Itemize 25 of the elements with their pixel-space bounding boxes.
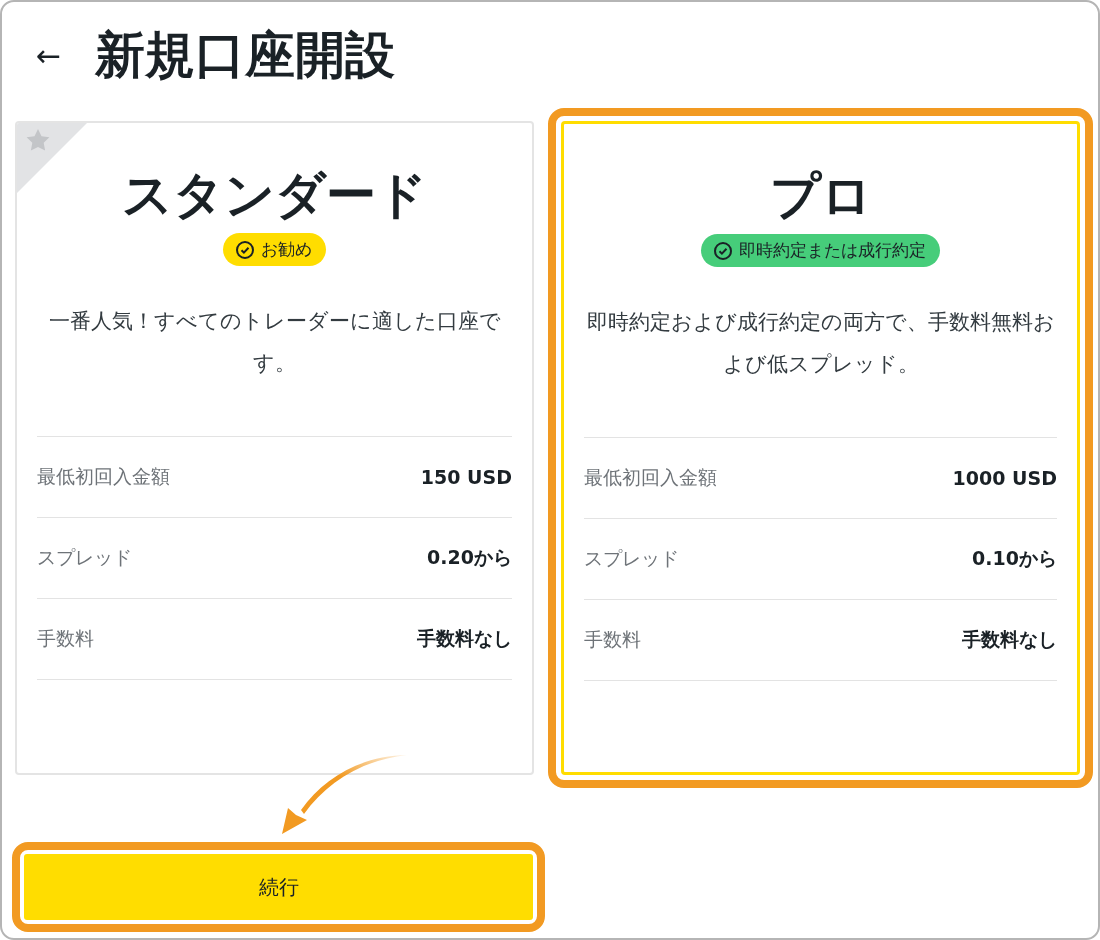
detail-value: 0.10から	[972, 546, 1057, 571]
detail-label: スプレッド	[584, 546, 679, 571]
detail-value: 手数料なし	[962, 627, 1057, 652]
detail-label: スプレッド	[37, 545, 132, 570]
detail-value: 1000 USD	[952, 467, 1057, 489]
check-circle-icon	[713, 240, 733, 261]
plan-card[interactable]: プロ 即時約定または成行約定 即時約定および成行約定の両方で、手数料無料および低スプレッド。 最低初回入金額 1000 USD スプレッド 0.10から 手数料 手数料なし	[561, 121, 1080, 775]
back-button[interactable]: ←	[36, 37, 62, 73]
continue-button[interactable]: 続行	[24, 854, 533, 920]
detail-label: 手数料	[37, 626, 94, 651]
plan-description: 一番人気！すべてのトレーダーに適した口座です。	[47, 308, 502, 377]
detail-label: 最低初回入金額	[37, 464, 170, 489]
detail-label: 最低初回入金額	[584, 465, 717, 490]
check-circle-icon	[235, 239, 255, 260]
detail-value: 手数料なし	[417, 626, 512, 651]
detail-value: 150 USD	[420, 466, 512, 488]
plan-name: プロ	[769, 166, 872, 227]
page-title: 新規口座開設	[95, 24, 396, 86]
plan-name: スタンダード	[122, 165, 427, 226]
badge-label: お勧め	[261, 238, 312, 261]
detail-label: 手数料	[584, 627, 641, 652]
plan-description: 即時約定および成行約定の両方で、手数料無料および低スプレッド。	[585, 309, 1056, 378]
badge-label: 即時約定または成行約定	[739, 239, 926, 262]
detail-value: 0.20から	[427, 545, 512, 570]
plan-card[interactable]: スタンダード お勧め 一番人気！すべてのトレーダーに適した口座です。 最低初回入金額 150 USD スプレッド 0.20から 手数料 手数料なし	[15, 121, 534, 775]
